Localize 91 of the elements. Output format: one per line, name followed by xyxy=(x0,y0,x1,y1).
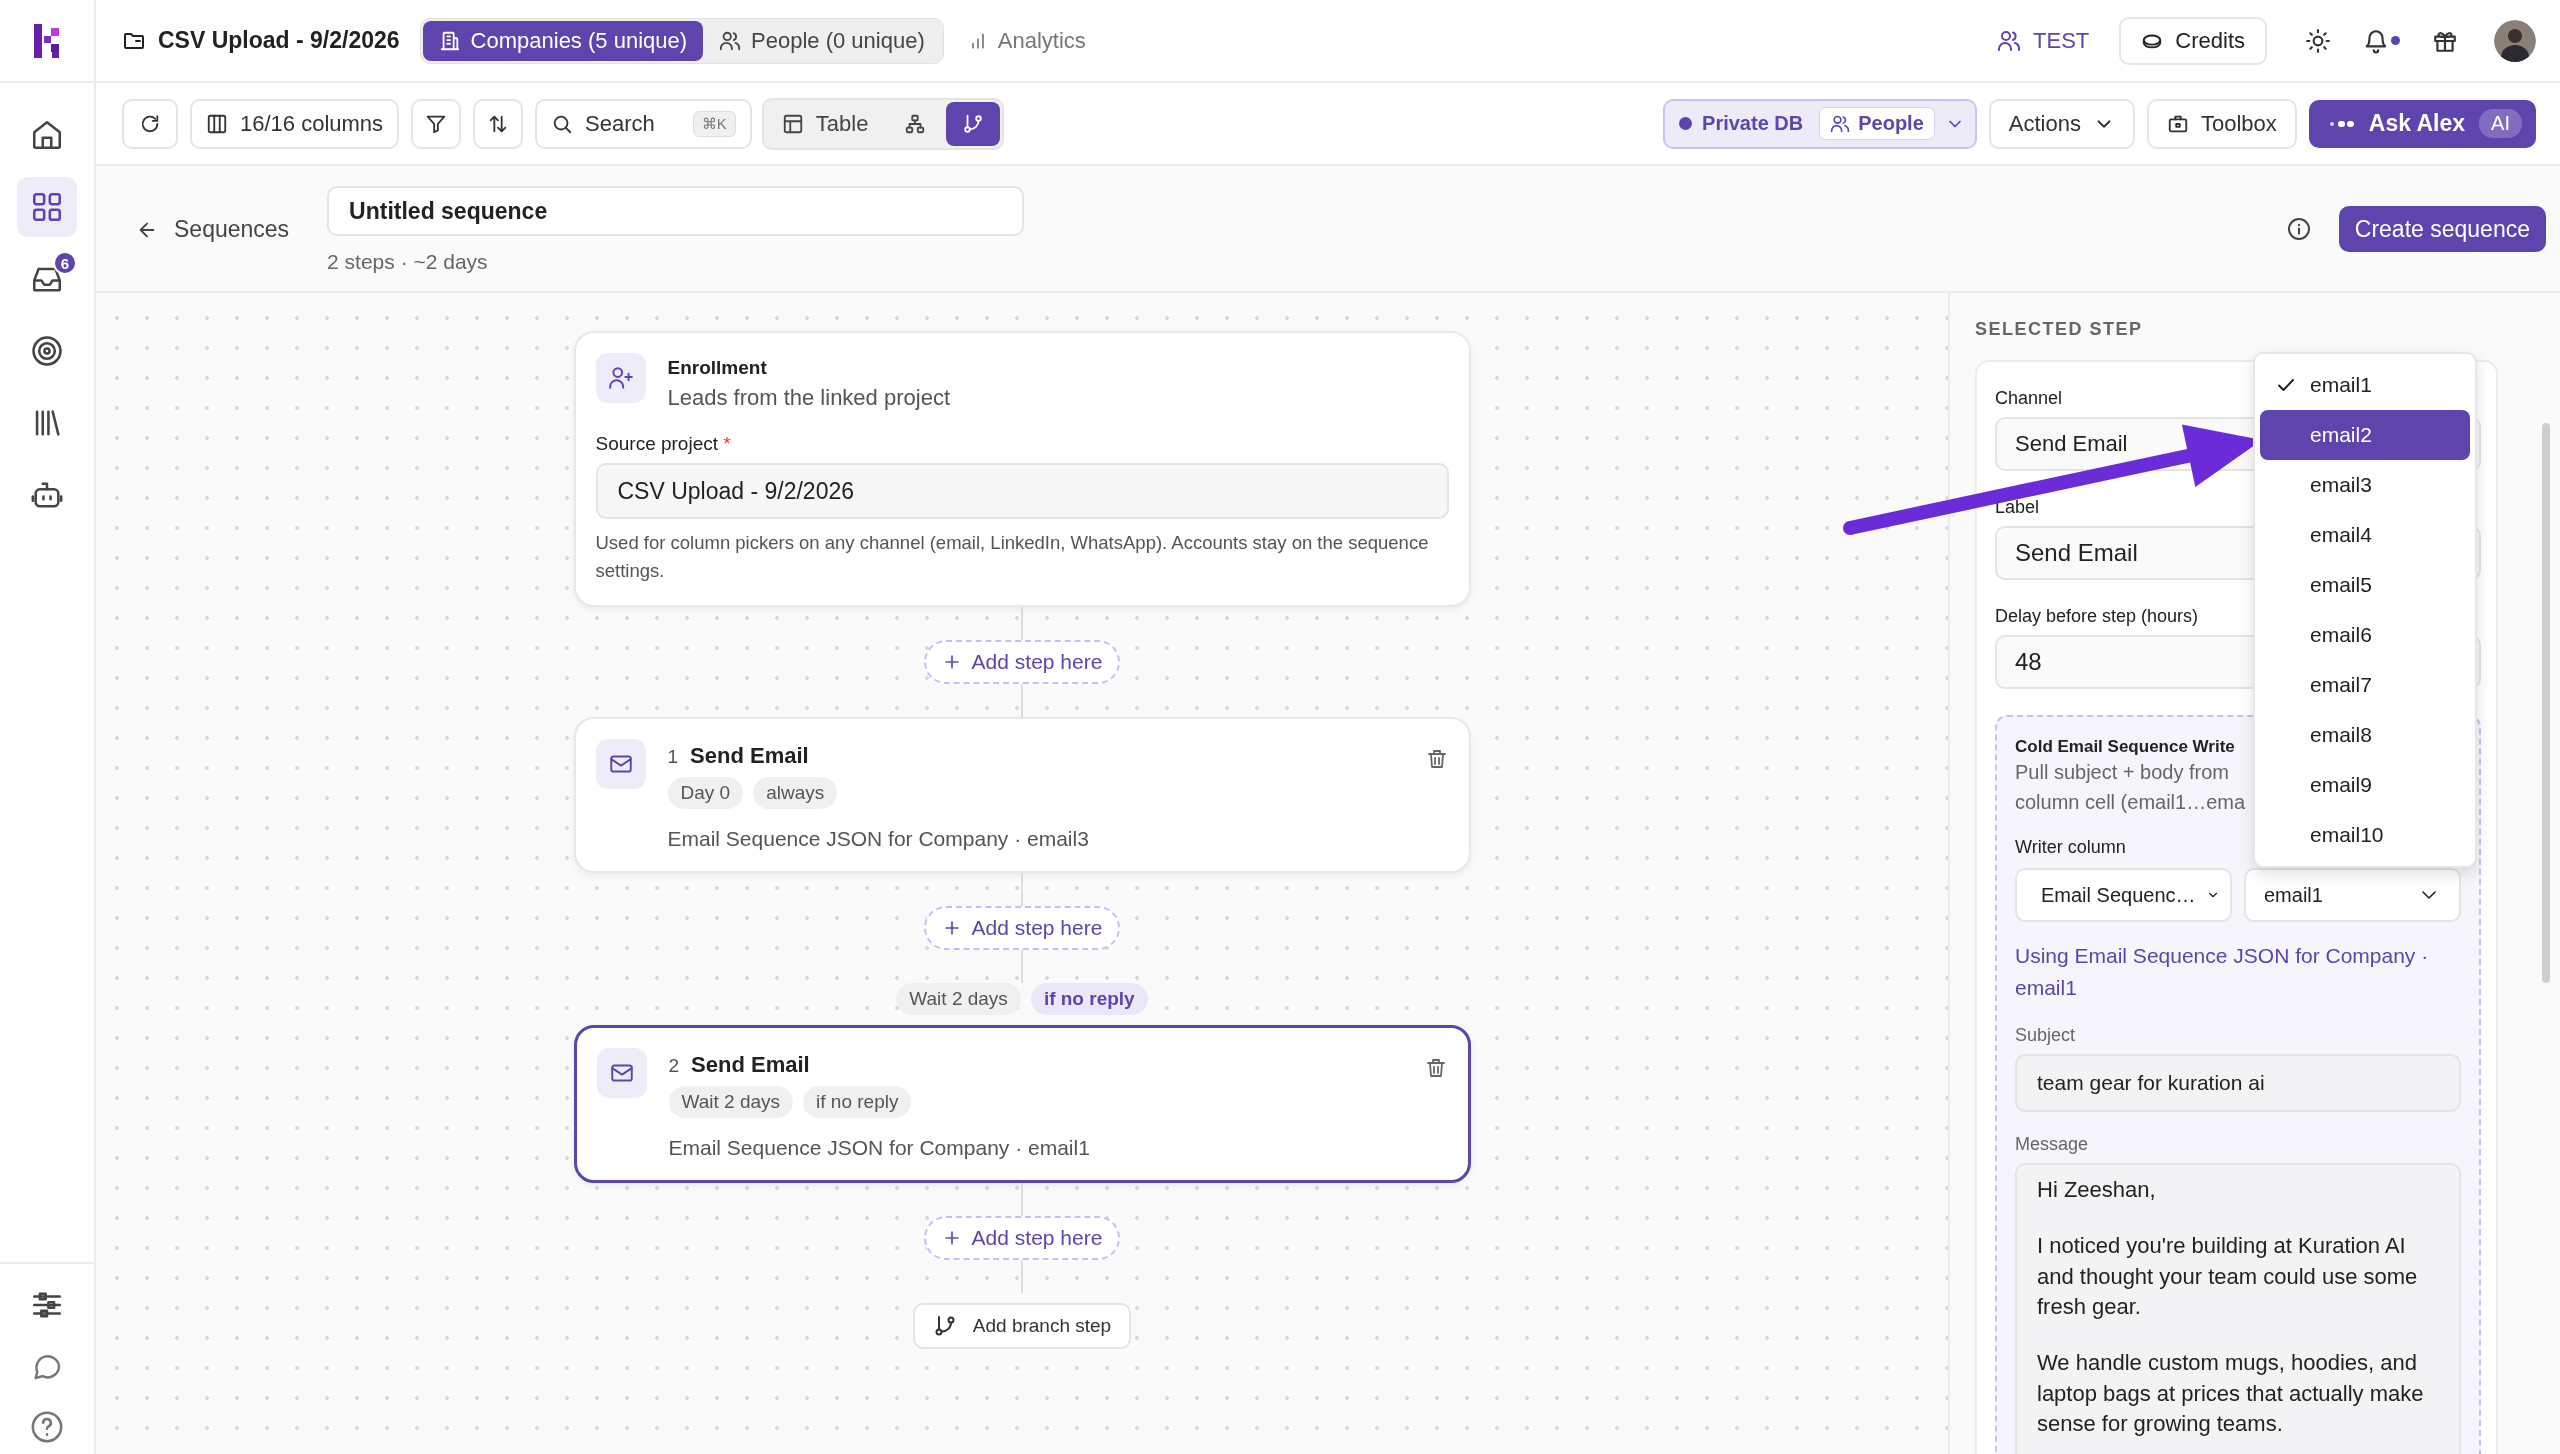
source-note: Using Email Sequence JSON for Company · email1 xyxy=(2015,943,2430,1001)
field-label: Subject xyxy=(2015,1025,2076,1046)
writer-column-select[interactable]: Email Sequenc… xyxy=(2015,868,2232,922)
back-link[interactable]: Sequences xyxy=(136,216,290,243)
step-chip: if no reply xyxy=(803,1085,912,1118)
tab[interactable]: Companies (5 unique) xyxy=(422,20,704,61)
step-card[interactable]: 2 Send Email Wait 2 days if no reply Email Sequence JSON for Company · email1 xyxy=(573,1024,1471,1183)
filter-button[interactable] xyxy=(411,98,462,149)
status-dot xyxy=(1679,117,1693,130)
tab[interactable]: People (0 unique) xyxy=(703,20,941,61)
theme-icon[interactable] xyxy=(2305,27,2331,54)
field-label: Label xyxy=(1995,497,2040,518)
step-number: 2 xyxy=(668,1054,680,1077)
building-icon xyxy=(438,29,461,52)
actions-button[interactable]: Actions xyxy=(1988,98,2135,149)
field-label: Source project * xyxy=(595,433,732,455)
dropdown-option[interactable]: email2 xyxy=(2260,410,2470,460)
step-title: Send Email xyxy=(690,742,809,769)
condition-chip: Wait 2 days xyxy=(896,982,1021,1015)
shortcut-hint: ⌘K xyxy=(692,110,736,137)
dropdown-option[interactable]: email1 xyxy=(2260,360,2470,410)
target-icon xyxy=(30,334,64,368)
columns-button[interactable]: 16/16 columns xyxy=(190,98,400,149)
database-selector[interactable]: Private DB People xyxy=(1663,98,1977,149)
dropdown-option[interactable]: email10 xyxy=(2260,810,2470,860)
message-field[interactable]: Hi Zeeshan, I noticed you're building at Kuration AI and thought your team could use some fresh gear. We handle custom mugs, hoodies, and laptop bags at prices that actually make sense for growing teams. xyxy=(2015,1163,2461,1454)
sidebar-item[interactable]: 6 xyxy=(17,249,77,309)
step-chip: Day 0 xyxy=(667,776,744,809)
help-text: Used for column pickers on any channel (email, LinkedIn, WhatsApp). Accounts stay on the sequence settings. xyxy=(595,531,1430,583)
columns-icon xyxy=(206,112,228,135)
field-label: Writer column xyxy=(2015,837,2126,858)
grid-icon xyxy=(30,190,64,224)
writer-title: Cold Email Sequence Write xyxy=(2015,737,2235,757)
step-number: 1 xyxy=(667,745,679,768)
step-chip: always xyxy=(753,776,838,809)
sequence-title-field[interactable]: Untitled sequence xyxy=(327,186,1025,236)
field-label: Channel xyxy=(1995,388,2063,409)
step-source: Email Sequence JSON for Company · email1 xyxy=(668,1135,1091,1160)
add-step-button[interactable]: Add step here xyxy=(923,639,1121,684)
ai-label: AI xyxy=(2479,109,2522,138)
step-title: Send Email xyxy=(691,1051,810,1078)
scrollbar[interactable] xyxy=(2542,423,2550,983)
subject-field[interactable]: team gear for kuration ai xyxy=(2015,1054,2461,1112)
dropdown-option[interactable]: email3 xyxy=(2260,460,2470,510)
section-heading: SELECTED STEP xyxy=(1975,319,2144,340)
refresh-button[interactable] xyxy=(122,98,178,149)
dropdown-option[interactable]: email8 xyxy=(2260,710,2470,760)
info-icon[interactable] xyxy=(2286,217,2311,241)
step-source: Email Sequence JSON for Company · email3 xyxy=(667,826,1090,851)
field-label: Delay before step (hours) xyxy=(1995,606,2199,627)
view-toggle[interactable] xyxy=(946,101,1001,146)
step-chip: Wait 2 days xyxy=(668,1085,794,1118)
people-icon xyxy=(719,29,742,52)
people-icon xyxy=(1830,113,1851,134)
logo[interactable] xyxy=(34,23,60,58)
add-step-button[interactable]: Add step here xyxy=(923,905,1121,950)
branch-icon xyxy=(962,112,985,135)
sequence-summary: 2 steps · ~2 days xyxy=(327,250,489,274)
dots-icon xyxy=(2328,118,2355,129)
sort-button[interactable] xyxy=(473,98,524,149)
home-icon xyxy=(30,118,64,152)
hierarchy-icon xyxy=(904,112,927,135)
avatar[interactable] xyxy=(2494,19,2536,62)
condition-chip: if no reply xyxy=(1030,982,1148,1015)
assistant-button[interactable]: Ask Alex AI xyxy=(2308,99,2536,148)
dropdown-option[interactable]: email9 xyxy=(2260,760,2470,810)
credits-button[interactable]: Credits xyxy=(2119,16,2267,65)
analytics-tab[interactable]: Analytics xyxy=(967,27,1086,54)
bell-icon[interactable] xyxy=(2363,27,2389,54)
create-sequence-button[interactable]: Create sequence xyxy=(2338,206,2546,252)
card-subtitle: Leads from the linked project xyxy=(667,385,950,411)
project-name: CSV Upload - 9/2/2026 xyxy=(158,27,400,54)
writer-note: Pull subject + body from xyxy=(2015,760,2229,785)
help-icon[interactable] xyxy=(30,1410,64,1444)
add-step-button[interactable]: Add step here xyxy=(923,1215,1121,1260)
writer-note: column cell (email1…ema xyxy=(2015,790,2246,815)
source-project-field[interactable]: CSV Upload - 9/2/2026 xyxy=(595,463,1449,519)
search-button[interactable]: Search ⌘K xyxy=(535,98,752,149)
notification-count: 6 xyxy=(53,251,77,275)
workspace-button[interactable]: TEST xyxy=(1983,27,2104,54)
sidebar-item[interactable] xyxy=(17,177,77,237)
card-title: Enrollment xyxy=(667,357,768,379)
add-branch-button[interactable]: Add branch step xyxy=(912,1302,1132,1349)
field-label: Message xyxy=(2015,1134,2089,1155)
toolbox-button[interactable]: Toolbox xyxy=(2146,98,2297,149)
table-icon xyxy=(781,112,804,135)
email-select[interactable]: email1 xyxy=(2243,868,2461,922)
step-card[interactable]: 1 Send Email Day 0 always Email Sequence JSON for Company · email3 xyxy=(573,716,1471,873)
people-icon xyxy=(1997,28,2022,53)
user-plus-glyph-icon xyxy=(607,365,634,391)
refresh-icon xyxy=(139,112,161,135)
